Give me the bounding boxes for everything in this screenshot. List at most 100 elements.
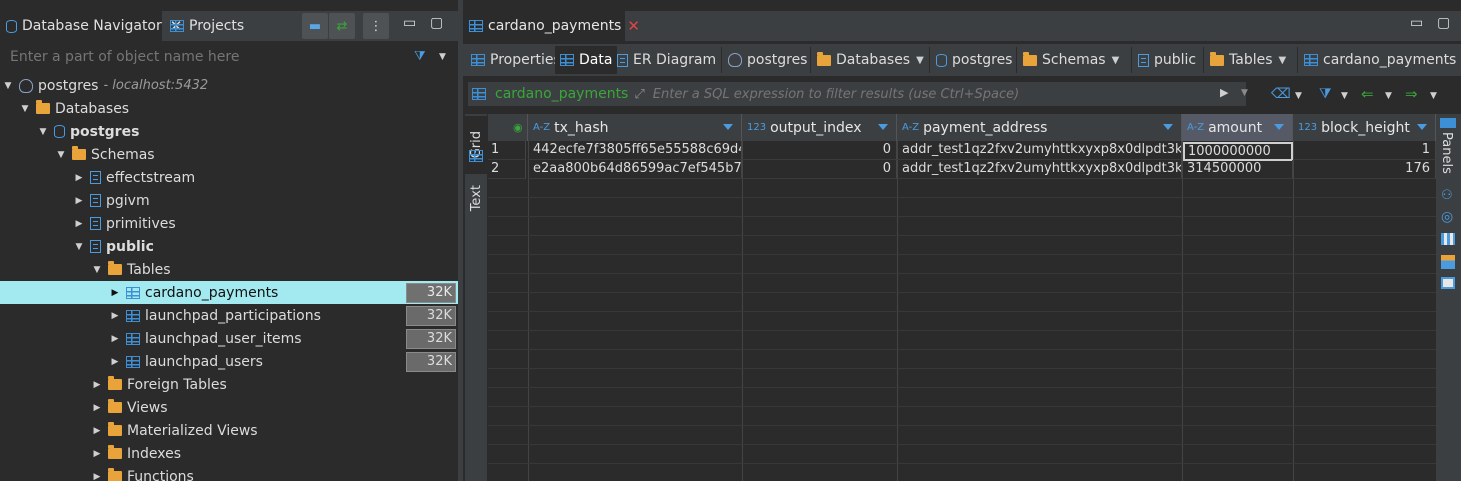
chevron-down-icon[interactable]: ▼ [56, 150, 66, 160]
tree-node-schema-public[interactable]: ▼ public [0, 235, 458, 258]
back-arrow-icon[interactable]: ⇐ [1361, 85, 1374, 103]
chevron-right-icon[interactable]: ▶ [92, 472, 102, 481]
filter-icon[interactable]: ⧩ [414, 49, 426, 64]
sort-icon[interactable] [878, 124, 888, 130]
tree-node-schema-pgivm[interactable]: ▶ pgivm [0, 189, 458, 212]
tree-node-database-postgres[interactable]: ▼ postgres [0, 120, 458, 143]
cell-tx-hash[interactable]: e2aa800b64d86599ac7ef545b792 [528, 160, 742, 179]
navigator-filter-input[interactable] [0, 44, 458, 70]
tree-node-table-cardano-payments[interactable]: ▶ cardano_payments 32K [0, 281, 458, 304]
cell-amount[interactable]: 314500000 [1182, 160, 1293, 179]
breadcrumb-tables[interactable]: Tables ▼ [1203, 47, 1293, 73]
chevron-right-icon[interactable]: ▶ [74, 173, 84, 183]
tree-node-functions[interactable]: ▶ Functions [0, 465, 458, 481]
tab-er-diagram[interactable]: ER Diagram [612, 46, 721, 74]
chevron-right-icon[interactable]: ▶ [110, 334, 120, 344]
value-viewer-icon[interactable]: ⚇ [1441, 188, 1453, 203]
cell-tx-hash[interactable]: 442ecfe7f3805ff65e55588c69d49 [528, 141, 742, 160]
chevron-right-icon[interactable]: ▶ [92, 426, 102, 436]
calc-icon[interactable] [1441, 277, 1455, 289]
chevron-down-icon[interactable]: ▼ [92, 265, 102, 275]
chevron-right-icon[interactable]: ▶ [110, 357, 120, 367]
breadcrumb-schemas[interactable]: Schemas ▼ [1016, 47, 1126, 73]
chevron-right-icon[interactable]: ▶ [110, 288, 120, 298]
tree-node-table-launchpad-user-items[interactable]: ▶ launchpad_user_items 32K [0, 327, 458, 350]
chevron-right-icon[interactable]: ▶ [74, 196, 84, 206]
tab-properties[interactable]: Properties [466, 46, 566, 74]
link-with-editor-button[interactable]: ⇄ [329, 13, 355, 39]
tree-node-schema-primitives[interactable]: ▶ primitives [0, 212, 458, 235]
chevron-down-icon[interactable]: ▼ [1295, 91, 1302, 101]
chevron-down-icon[interactable]: ▼ [20, 104, 30, 114]
row-number-header[interactable]: ◉ [488, 114, 528, 141]
select-all-icon[interactable]: ◉ [513, 121, 523, 134]
chevron-right-icon[interactable]: ▶ [92, 449, 102, 459]
chevron-down-icon[interactable]: ▼ [38, 127, 48, 137]
chevron-down-icon[interactable]: ▼ [1430, 91, 1437, 101]
breadcrumb-databases[interactable]: Databases ▼ [810, 47, 930, 73]
chevron-right-icon[interactable]: ▶ [92, 380, 102, 390]
tree-node-table-launchpad-participations[interactable]: ▶ launchpad_participations 32K [0, 304, 458, 327]
breadcrumb-connection[interactable]: postgres [721, 47, 814, 73]
eraser-icon[interactable]: ⌫ [1271, 86, 1291, 102]
chevron-down-icon[interactable]: ▼ [3, 81, 13, 91]
tab-grid[interactable]: Grid [465, 116, 487, 174]
chevron-down-icon[interactable]: ▼ [439, 52, 446, 62]
tree-node-views[interactable]: ▶ Views [0, 396, 458, 419]
metadata-icon[interactable]: ◎ [1441, 209, 1453, 225]
minimize-icon[interactable]: ▭ [1410, 15, 1423, 31]
chevron-right-icon[interactable]: ▶ [92, 403, 102, 413]
references-icon[interactable] [1441, 255, 1455, 269]
chevron-down-icon[interactable]: ▼ [74, 242, 84, 252]
minimize-icon[interactable]: ▭ [403, 15, 416, 31]
expand-icon[interactable]: ⤢ [634, 87, 644, 102]
cell-block-height[interactable]: 1 [1293, 141, 1436, 160]
tree-node-schema-effectstream[interactable]: ▶ effectstream [0, 166, 458, 189]
sql-filter-input[interactable] [652, 86, 1233, 102]
breadcrumb-schema[interactable]: public [1131, 47, 1203, 73]
close-icon[interactable]: ✕ [627, 17, 640, 35]
cell-output-index[interactable]: 0 [742, 141, 897, 160]
tree-node-databases[interactable]: ▼ Databases [0, 97, 458, 120]
tree-node-schemas[interactable]: ▼ Schemas [0, 143, 458, 166]
breadcrumb-database[interactable]: postgres [929, 47, 1019, 73]
sort-icon[interactable] [1274, 124, 1284, 130]
cell-payment-address[interactable]: addr_test1qz2fxv2umyhttkxyxp8x0dlpdt3k6c [897, 141, 1182, 160]
chevron-down-icon[interactable]: ▼ [1341, 91, 1348, 101]
collapse-all-button[interactable]: ▬ [302, 13, 328, 39]
chevron-down-icon[interactable]: ▼ [1279, 55, 1287, 66]
tree-node-foreign-tables[interactable]: ▶ Foreign Tables [0, 373, 458, 396]
panels-icon[interactable] [1440, 118, 1456, 128]
forward-arrow-icon[interactable]: ⇒ [1405, 85, 1418, 103]
sort-icon[interactable] [723, 124, 733, 130]
tree-node-tables[interactable]: ▼ Tables [0, 258, 458, 281]
column-header-tx-hash[interactable]: A-Z tx_hash [528, 114, 742, 141]
tab-database-navigator[interactable]: Database Navigator ✕ [0, 11, 182, 41]
chevron-right-icon[interactable]: ▶ [74, 219, 84, 229]
sort-icon[interactable] [1417, 124, 1427, 130]
apply-filter-icon[interactable]: ▶ [1220, 86, 1228, 99]
tree-node-materialized-views[interactable]: ▶ Materialized Views [0, 419, 458, 442]
chevron-down-icon[interactable]: ▼ [916, 55, 924, 66]
row-number[interactable]: 2 [488, 160, 526, 179]
tab-data[interactable]: Data [555, 46, 618, 74]
chevron-down-icon[interactable]: ▼ [1241, 88, 1248, 98]
column-header-amount[interactable]: A-Z amount [1182, 114, 1293, 141]
cell-output-index[interactable]: 0 [742, 160, 897, 179]
chevron-down-icon[interactable]: ▼ [1112, 55, 1120, 66]
cell-amount[interactable]: 1000000000 [1183, 142, 1293, 161]
tab-panels[interactable]: Panels [1439, 132, 1454, 178]
tab-projects[interactable]: Projects [164, 11, 250, 41]
tree-node-table-launchpad-users[interactable]: ▶ launchpad_users 32K [0, 350, 458, 373]
tab-text[interactable]: Text [465, 174, 487, 222]
editor-tab-cardano-payments[interactable]: cardano_payments ✕ [463, 11, 640, 41]
filter-icon[interactable]: ⧩ [1319, 86, 1332, 102]
column-header-block-height[interactable]: 123 block_height [1293, 114, 1436, 141]
column-header-output-index[interactable]: 123 output_index [742, 114, 897, 141]
maximize-icon[interactable]: ▢ [1437, 15, 1450, 31]
chevron-down-icon[interactable]: ▼ [1385, 91, 1392, 101]
sort-icon[interactable] [1163, 124, 1173, 130]
maximize-icon[interactable]: ▢ [430, 15, 443, 31]
view-menu-button[interactable]: ⋮ [363, 13, 389, 39]
cell-payment-address[interactable]: addr_test1qz2fxv2umyhttkxyxp8x0dlpdt3k6c [897, 160, 1182, 179]
